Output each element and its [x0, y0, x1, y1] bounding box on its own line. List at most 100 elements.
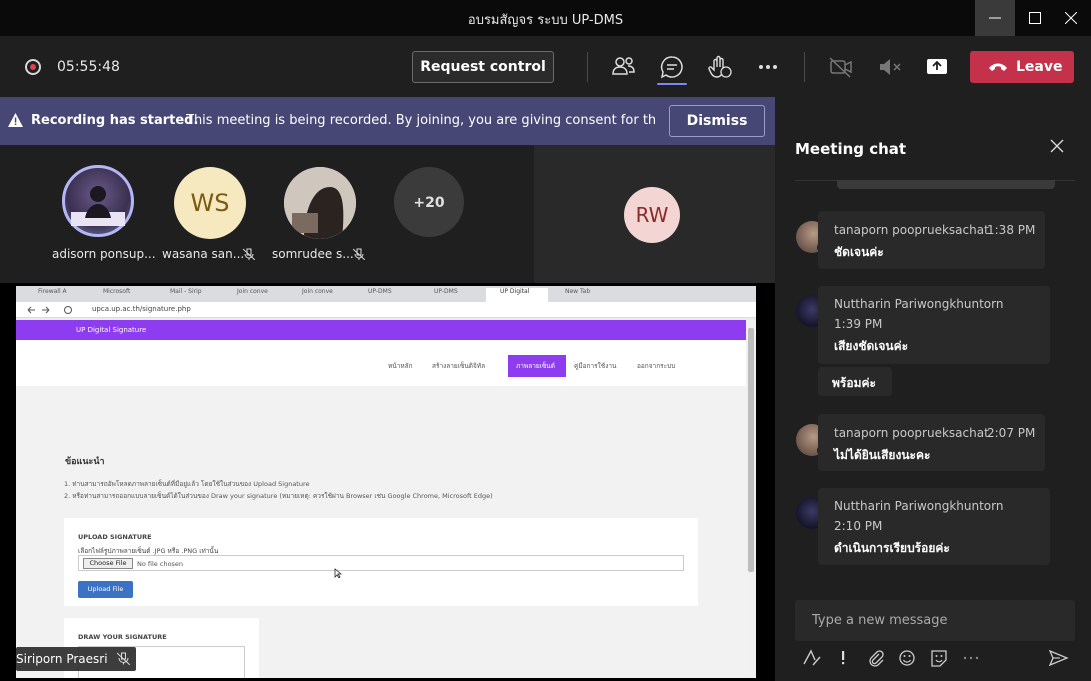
- meeting-chat-panel: Meeting chat tanaporn pooprueksachat 1:3…: [775, 97, 1091, 681]
- tips-title: ข้อแนะนำ: [65, 457, 105, 467]
- browser-tab: Microsoft: [103, 288, 131, 295]
- message-time: 1:39 PM: [834, 317, 883, 331]
- participant-gallery: adisorn ponsup... WS wasana san... somru…: [0, 145, 533, 283]
- message-time: 1:38 PM: [987, 223, 1036, 237]
- scrollbar-thumb: [748, 328, 754, 572]
- more-options-icon[interactable]: [960, 648, 982, 668]
- hang-up-icon: [989, 63, 1007, 71]
- mic-off-icon: [243, 248, 255, 260]
- avatar: [284, 167, 356, 239]
- participant-tile-rw[interactable]: RW: [534, 145, 775, 283]
- camera-off-icon[interactable]: [826, 52, 856, 82]
- recording-banner: Recording has started. This meeting is b…: [0, 97, 775, 145]
- chat-icon[interactable]: [657, 52, 687, 82]
- browser-tab: Join conve: [237, 288, 268, 295]
- browser-scrollbar: [746, 320, 756, 678]
- upload-heading: UPLOAD SIGNATURE: [78, 533, 152, 541]
- message-text: ชัดเจนค่ะ: [834, 245, 884, 259]
- choose-file-button: Choose File: [83, 558, 133, 569]
- important-icon[interactable]: [833, 648, 855, 668]
- shared-browser-window: Firewall A Microsoft Mail - Sirip Join c…: [16, 286, 756, 678]
- site-nav-item-active: ภาพลายเซ็นต์: [516, 362, 555, 370]
- banner-text: This meeting is being recorded. By joini…: [186, 113, 656, 128]
- message-author: tanaporn pooprueksachat: [834, 426, 989, 440]
- site-nav-item: สร้างลายเซ็นดิจิทัล: [432, 362, 486, 370]
- mic-off-icon: [353, 248, 365, 260]
- maximize-icon: [1029, 12, 1041, 24]
- minimize-button[interactable]: [975, 0, 1015, 36]
- avatar: WS: [174, 167, 246, 239]
- raise-hand-icon[interactable]: [705, 52, 735, 82]
- message-input[interactable]: [795, 600, 1075, 641]
- avatar: [62, 165, 134, 237]
- dismiss-button[interactable]: Dismiss: [669, 105, 765, 137]
- browser-tab: Mail - Sirip: [170, 288, 202, 295]
- minimize-icon: [989, 17, 1001, 19]
- site-content: ข้อแนะนำ 1. ท่านสามารถอัพโหลดภาพลายเซ็นต…: [16, 386, 746, 678]
- share-tray-icon[interactable]: [922, 52, 952, 82]
- presenter-label: Siriporn Praesri: [16, 647, 136, 671]
- site-nav-item: คู่มือการใช้งาน: [574, 362, 617, 370]
- title-bar: อบรมสัญจร ระบบ UP-DMS: [0, 0, 1091, 36]
- browser-tab: UP-DMS: [368, 288, 392, 295]
- message-author: Nuttharin Pariwongkhuntorn: [834, 499, 1004, 513]
- chat-message: tanaporn pooprueksachat 1:38 PM ชัดเจนค่…: [818, 211, 1045, 269]
- shared-screen: Firewall A Microsoft Mail - Sirip Join c…: [0, 283, 775, 681]
- message-author: tanaporn pooprueksachat: [834, 223, 989, 237]
- maximize-button[interactable]: [1015, 0, 1055, 36]
- chat-message: tanaporn pooprueksachat 2:07 PM ไม่ได้ยิ…: [818, 414, 1045, 471]
- chat-scrollbar[interactable]: [837, 180, 1055, 189]
- message-time: 2:10 PM: [834, 519, 883, 533]
- participant-name: somrudee s...: [272, 247, 354, 261]
- meeting-toolbar: 05:55:48 Request control Leave: [0, 36, 1091, 98]
- nav-arrows-icon: [27, 306, 72, 314]
- site-header: UP Digital Signature: [16, 320, 746, 340]
- warning-icon: [8, 113, 23, 127]
- banner-title: Recording has started.: [31, 113, 199, 128]
- browser-url: upca.up.ac.th/signature.php: [92, 305, 191, 313]
- message-author: Nuttharin Pariwongkhuntorn: [834, 297, 1004, 311]
- toolbar-divider: [804, 52, 805, 82]
- mic-off-icon[interactable]: [874, 52, 904, 82]
- close-icon: [1065, 12, 1077, 24]
- browser-tab: Firewall A: [38, 288, 67, 295]
- close-window-button[interactable]: [1051, 0, 1091, 36]
- leave-button[interactable]: Leave: [970, 51, 1074, 83]
- toolbar-divider: [587, 52, 588, 82]
- file-input: Choose File No file chosen: [78, 555, 684, 571]
- browser-tab: UP-DMS: [434, 288, 458, 295]
- attach-icon[interactable]: [865, 648, 887, 668]
- recording-icon: [25, 59, 41, 75]
- site-nav: หน้าหลัก สร้างลายเซ็นดิจิทัล ภาพลายเซ็นต…: [16, 340, 746, 386]
- chat-message: Nuttharin Pariwongkhuntorn 1:39 PM เสียง…: [818, 286, 1050, 364]
- close-icon[interactable]: [1050, 139, 1064, 153]
- participant-name: adisorn ponsup...: [52, 247, 156, 261]
- browser-tab-strip: Firewall A Microsoft Mail - Sirip Join c…: [16, 286, 756, 302]
- message-text: พร้อมค่ะ: [832, 376, 876, 390]
- site-nav-item: หน้าหลัก: [388, 362, 413, 370]
- window-title: อบรมสัญจร ระบบ UP-DMS: [467, 13, 624, 28]
- mouse-cursor-icon: [334, 568, 342, 578]
- people-icon[interactable]: [609, 52, 639, 82]
- send-icon[interactable]: [1047, 648, 1069, 668]
- sticker-icon[interactable]: [928, 648, 950, 668]
- draw-heading: DRAW YOUR SIGNATURE: [78, 633, 167, 641]
- message-time: 2:07 PM: [987, 426, 1036, 440]
- participant-name: wasana san...: [162, 247, 245, 261]
- site-brand: UP Digital Signature: [76, 326, 147, 334]
- chat-active-indicator: [657, 83, 687, 85]
- browser-address-bar: upca.up.ac.th/signature.php: [16, 302, 756, 318]
- more-icon[interactable]: [753, 52, 783, 82]
- compose-box[interactable]: [795, 600, 1075, 641]
- upload-signature-card: UPLOAD SIGNATURE เลือกไฟล์รูปภาพลายเซ็นต…: [64, 518, 698, 606]
- browser-tab: New Tab: [565, 288, 591, 295]
- tip-line: 2. หรือท่านสามารถออกแบบลายเซ็นต์ได้ในส่ว…: [64, 492, 493, 500]
- upload-file-button: Upload File: [78, 581, 133, 598]
- format-icon[interactable]: [801, 648, 823, 668]
- chat-panel-title: Meeting chat: [795, 140, 907, 158]
- overflow-count: +20: [394, 167, 464, 237]
- chat-message-continuation: พร้อมค่ะ: [818, 367, 892, 396]
- tip-line: 1. ท่านสามารถอัพโหลดภาพลายเซ็นต์ที่มีอยู…: [64, 480, 310, 488]
- emoji-icon[interactable]: [896, 648, 918, 668]
- request-control-button[interactable]: Request control: [412, 51, 554, 83]
